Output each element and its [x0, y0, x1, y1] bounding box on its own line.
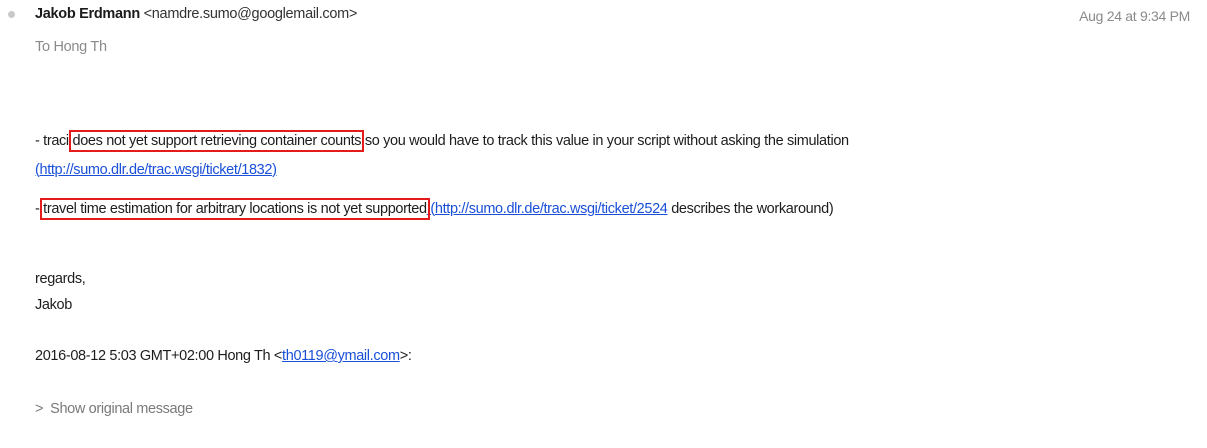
line3-prefix: - — [35, 201, 44, 217]
ticket-link-1832-close[interactable]: ) — [272, 162, 277, 178]
closing-regards: regards, — [35, 271, 86, 287]
sender-name[interactable]: Jakob Erdmann — [35, 6, 140, 22]
show-original-label: Show original message — [50, 401, 193, 417]
chevron-right-icon: > — [35, 401, 44, 417]
ticket-link-1832-url[interactable]: http://sumo.dlr.de/trac.wsgi/ticket/1832 — [39, 162, 272, 178]
message-date: Aug 24 at 9:34 PM — [1079, 8, 1190, 24]
signature-name: Jakob — [35, 297, 72, 313]
line3-suffix: describes the workaround) — [667, 201, 834, 217]
email-message: Jakob Erdmann <namdre.sumo@googlemail.co… — [0, 0, 1207, 448]
quoted-sender-email-link[interactable]: th0119@ymail.com — [282, 348, 400, 364]
show-original-message-button[interactable]: > Show original message — [35, 401, 193, 417]
body-line-2: (http://sumo.dlr.de/trac.wsgi/ticket/183… — [35, 162, 277, 178]
unread-dot-icon — [8, 11, 15, 18]
quote-header: 2016-08-12 5:03 GMT+02:00 Hong Th <th011… — [35, 348, 412, 364]
quote-header-suffix: >: — [399, 348, 412, 364]
ticket-link-2524-open[interactable]: ( — [427, 201, 435, 217]
ticket-link-2524[interactable]: http://sumo.dlr.de/trac.wsgi/ticket/2524 — [435, 201, 668, 217]
to-label: To — [35, 39, 50, 55]
highlighted-text-1: does not yet support retrieving containe… — [69, 130, 365, 152]
line1-suffix: so you would have to track this value in… — [361, 133, 849, 149]
sender-email[interactable]: <namdre.sumo@googlemail.com> — [144, 6, 358, 22]
body-line-3: - travel time estimation for arbitrary l… — [35, 198, 834, 220]
line1-prefix: - traci — [35, 133, 73, 149]
sender-line: Jakob Erdmann <namdre.sumo@googlemail.co… — [35, 6, 357, 22]
body-line-1: - traci does not yet support retrieving … — [35, 130, 849, 152]
quote-header-prefix: 2016-08-12 5:03 GMT+02:00 Hong Th < — [35, 348, 283, 364]
recipient-line: To Hong Th — [35, 39, 107, 55]
recipient-name[interactable]: Hong Th — [53, 39, 107, 55]
highlighted-text-2: travel time estimation for arbitrary loc… — [40, 198, 430, 220]
